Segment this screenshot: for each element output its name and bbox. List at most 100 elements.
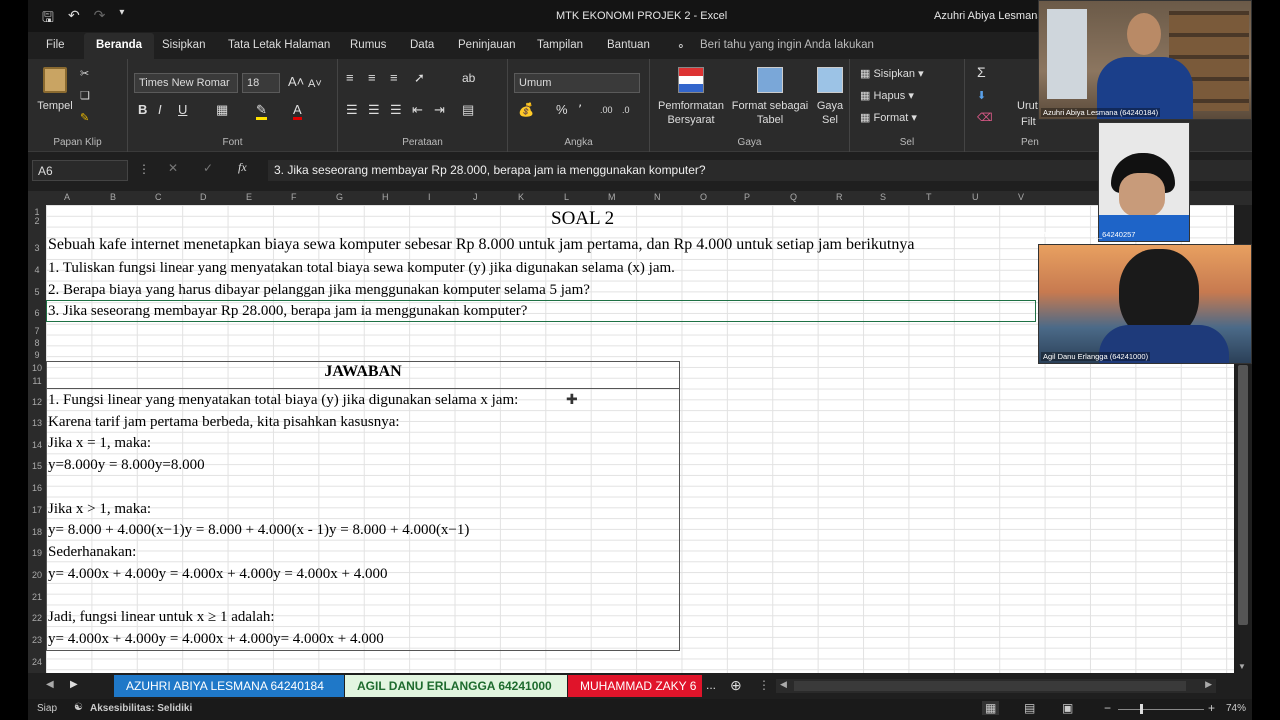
row-header[interactable]: 6 xyxy=(28,308,46,318)
answer-line[interactable]: Jadi, fungsi linear untuk x ≥ 1 adalah: xyxy=(48,609,275,626)
hscroll-thumb[interactable] xyxy=(794,681,1186,691)
customize-quick-access-icon[interactable]: ▾ xyxy=(119,7,124,31)
align-center-icon[interactable]: ☰ xyxy=(368,103,380,117)
answer-line[interactable]: Sederhanakan: xyxy=(48,544,136,561)
zoom-in-icon[interactable]: + xyxy=(1208,701,1215,715)
col-header[interactable]: F xyxy=(291,192,297,202)
row-header[interactable]: 16 xyxy=(28,483,46,493)
italic-icon[interactable]: I xyxy=(158,103,162,117)
clear-icon[interactable]: ⌫ xyxy=(977,111,993,125)
decrease-decimal-icon[interactable]: .0 xyxy=(622,103,630,117)
col-header[interactable]: M xyxy=(608,192,616,202)
grow-font-icon[interactable]: A˄ xyxy=(288,75,304,89)
scrollbar-thumb[interactable] xyxy=(1238,365,1248,625)
question-1[interactable]: 1. Tuliskan fungsi linear yang menyataka… xyxy=(48,260,675,277)
menu-peninjauan[interactable]: Peninjauan xyxy=(458,39,516,51)
answer-line[interactable]: y= 8.000 + 4.000(x−1)y = 8.000 + 4.000(x… xyxy=(48,522,469,539)
tab-options-icon[interactable]: ⋮ xyxy=(758,678,770,692)
account-name[interactable]: Azuhri Abiya Lesmana xyxy=(934,10,1043,22)
soal-title[interactable]: SOAL 2 xyxy=(551,208,614,230)
align-left-icon[interactable]: ☰ xyxy=(346,103,358,117)
col-header[interactable]: D xyxy=(200,192,207,202)
row-header[interactable]: 21 xyxy=(28,592,46,602)
col-header[interactable]: G xyxy=(336,192,343,202)
col-header[interactable]: V xyxy=(1018,192,1024,202)
format-cells-button[interactable]: ▦ Format ▾ xyxy=(860,111,917,125)
undo-icon[interactable]: ↶ xyxy=(68,7,80,31)
col-header[interactable]: O xyxy=(700,192,707,202)
col-header[interactable]: C xyxy=(155,192,162,202)
row-header[interactable]: 7 xyxy=(28,326,46,336)
row-header[interactable]: 18 xyxy=(28,527,46,537)
paste-button[interactable]: Tempel xyxy=(36,67,74,113)
tell-me-search[interactable]: Beri tahu yang ingin Anda lakukan xyxy=(700,39,874,51)
row-header[interactable]: 11 xyxy=(28,376,46,386)
percent-icon[interactable]: % xyxy=(556,103,568,117)
save-icon[interactable]: 🖫 xyxy=(42,7,54,31)
fill-color-icon[interactable]: ✎ xyxy=(256,103,267,120)
zoom-level[interactable]: 74% xyxy=(1226,703,1246,714)
insert-cells-button[interactable]: ▦ Sisipkan ▾ xyxy=(860,67,924,81)
col-header[interactable]: K xyxy=(518,192,524,202)
increase-decimal-icon[interactable]: .00 xyxy=(600,103,613,117)
row-header[interactable]: 5 xyxy=(28,287,46,297)
row-header[interactable]: 4 xyxy=(28,265,46,275)
sheet-tab-azuhri[interactable]: AZUHRI ABIYA LESMANA 64240184 xyxy=(114,675,344,697)
answer-line[interactable]: Jika x > 1, maka: xyxy=(48,501,151,518)
scroll-down-icon[interactable]: ▼ xyxy=(1238,662,1246,671)
zoom-out-icon[interactable]: − xyxy=(1104,701,1111,715)
delete-cells-button[interactable]: ▦ Hapus ▾ xyxy=(860,89,914,103)
col-header[interactable]: N xyxy=(654,192,661,202)
zoom-slider[interactable] xyxy=(1118,709,1204,710)
row-header[interactable]: 17 xyxy=(28,505,46,515)
more-tabs-button[interactable]: ... xyxy=(706,678,716,692)
font-size-dropdown[interactable]: 18 xyxy=(242,73,280,93)
align-middle-icon[interactable]: ≡ xyxy=(368,71,376,85)
name-box[interactable]: A6 xyxy=(32,160,128,181)
question-3[interactable]: 3. Jika seseorang membayar Rp 28.000, be… xyxy=(48,303,527,320)
col-header[interactable]: E xyxy=(246,192,252,202)
col-header[interactable]: P xyxy=(744,192,750,202)
page-break-icon[interactable]: ▣ xyxy=(1062,701,1073,715)
answer-line[interactable]: Karena tarif jam pertama berbeda, kita p… xyxy=(48,414,400,431)
tab-prev-icon[interactable]: ◀ xyxy=(46,679,54,690)
copy-icon[interactable]: ❏ xyxy=(80,89,90,103)
normal-view-icon[interactable]: ▦ xyxy=(982,701,1000,715)
answer-line[interactable]: y= 4.000x + 4.000y = 4.000x + 4.000y = 4… xyxy=(48,566,388,583)
tab-next-icon[interactable]: ▶ xyxy=(70,679,78,690)
row-header[interactable]: 19 xyxy=(28,548,46,558)
col-header[interactable]: B xyxy=(110,192,116,202)
row-header[interactable]: 24 xyxy=(28,657,46,667)
menu-file[interactable]: File xyxy=(46,39,65,51)
autosum-icon[interactable]: Σ xyxy=(977,65,986,79)
problem-statement[interactable]: Sebuah kafe internet menetapkan biaya se… xyxy=(48,236,914,254)
row-header[interactable]: 3 xyxy=(28,243,46,253)
row-header[interactable]: 23 xyxy=(28,635,46,645)
row-header[interactable]: 10 xyxy=(28,363,46,373)
wrap-text-icon[interactable]: ab xyxy=(462,71,475,85)
row-header[interactable]: 8 xyxy=(28,338,46,348)
orientation-icon[interactable]: ➚ xyxy=(414,71,425,85)
number-format-dropdown[interactable]: Umum xyxy=(514,73,640,93)
row-header[interactable]: 9 xyxy=(28,350,46,360)
merge-center-icon[interactable]: ▤ xyxy=(462,103,474,117)
menu-tata-letak[interactable]: Tata Letak Halaman xyxy=(228,39,330,51)
page-layout-icon[interactable]: ▤ xyxy=(1024,701,1035,715)
menu-tampilan[interactable]: Tampilan xyxy=(537,39,583,51)
currency-icon[interactable]: 💰 xyxy=(518,103,534,117)
row-header[interactable]: 2 xyxy=(28,216,46,226)
scroll-left-icon[interactable]: ◀ xyxy=(780,679,787,690)
row-header[interactable]: 12 xyxy=(28,397,46,407)
bold-icon[interactable]: B xyxy=(138,103,147,117)
col-header[interactable]: Q xyxy=(790,192,797,202)
col-header[interactable]: R xyxy=(836,192,843,202)
insert-function-icon[interactable]: fx xyxy=(238,160,247,175)
answer-title[interactable]: JAWABAN xyxy=(46,363,680,381)
increase-indent-icon[interactable]: ⇥ xyxy=(434,103,445,117)
answer-line[interactable]: y=8.000y = 8.000y=8.000 xyxy=(48,457,205,474)
answer-line[interactable]: 1. Fungsi linear yang menyatakan total b… xyxy=(48,392,518,409)
shrink-font-icon[interactable]: A˅ xyxy=(308,77,322,91)
font-name-dropdown[interactable]: Times New Romar xyxy=(134,73,238,93)
menu-sisipkan[interactable]: Sisipkan xyxy=(162,39,205,51)
menu-data[interactable]: Data xyxy=(410,39,434,51)
